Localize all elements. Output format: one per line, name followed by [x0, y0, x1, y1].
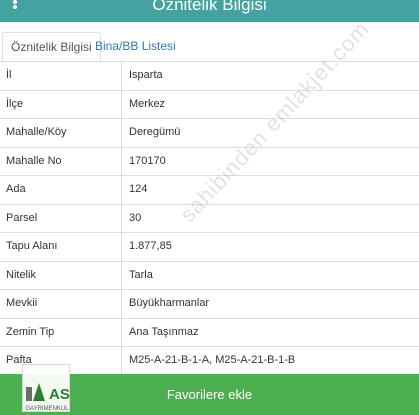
table-row: İlçe Merkez [0, 90, 419, 119]
tab-attribute-info[interactable]: Öznitelik Bilgisi [2, 32, 101, 63]
svg-text:AS: AS [49, 386, 70, 403]
row-value: Deregümü [129, 126, 181, 138]
row-key: İlçe [0, 90, 122, 118]
row-key: Mahalle/Köy [0, 119, 122, 147]
row-key: Parsel [0, 204, 122, 232]
tab-bar: Öznitelik Bilgisi Bina/BB Listesi [0, 22, 419, 63]
row-value: Ana Taşınmaz [129, 325, 199, 338]
attribute-table: İl Isparta İlçe Merkez Mahalle/Köy Deregümü… [0, 61, 419, 376]
row-key: Tapu Alanı [0, 233, 122, 261]
row-value: Tarla [129, 268, 153, 281]
row-key: Ada [0, 176, 122, 204]
table-row: Tapu Alanı 1.877,85 [0, 233, 419, 262]
table-row: Nitelik Tarla [0, 261, 419, 290]
row-value: 124 [129, 183, 148, 195]
row-value: 170170 [129, 154, 166, 167]
table-row: Ada 124 [0, 176, 419, 205]
row-key: İl [0, 62, 122, 90]
svg-text:GAYRIMENKUL: GAYRIMENKUL [25, 406, 69, 412]
table-row: Parsel 30 [0, 204, 419, 233]
table-row: Mahalle No 170170 [0, 147, 419, 176]
row-key: Mevkii [0, 290, 122, 318]
table-row: Zemin Tip Ana Taşınmaz [0, 318, 419, 347]
row-value: Isparta [129, 69, 163, 81]
row-value: M25-A-21-B-1-A, M25-A-21-B-1-B [129, 354, 296, 366]
row-value: 1.877,85 [129, 240, 172, 252]
app-header: Öznitelik Bilgisi [0, 0, 419, 22]
row-value: Merkez [129, 97, 166, 110]
table-row: Mahalle/Köy Deregümü [0, 119, 419, 148]
table-row: Mevkii Büyükharmanlar [0, 290, 419, 319]
row-value: 30 [129, 211, 142, 224]
row-key: Mahalle No [0, 147, 122, 175]
company-logo: AS GAYRIMENKUL [22, 364, 70, 412]
page-title: Öznitelik Bilgisi [152, 0, 267, 14]
row-key: Zemin Tip [0, 318, 122, 346]
row-key: Nitelik [0, 261, 122, 289]
row-value: Büyükharmanlar [129, 297, 210, 309]
tab-building-list[interactable]: Bina/BB Listesi [87, 32, 184, 62]
table-row: İl Isparta [0, 62, 419, 91]
logo-icon: AS GAYRIMENKUL [25, 383, 70, 412]
